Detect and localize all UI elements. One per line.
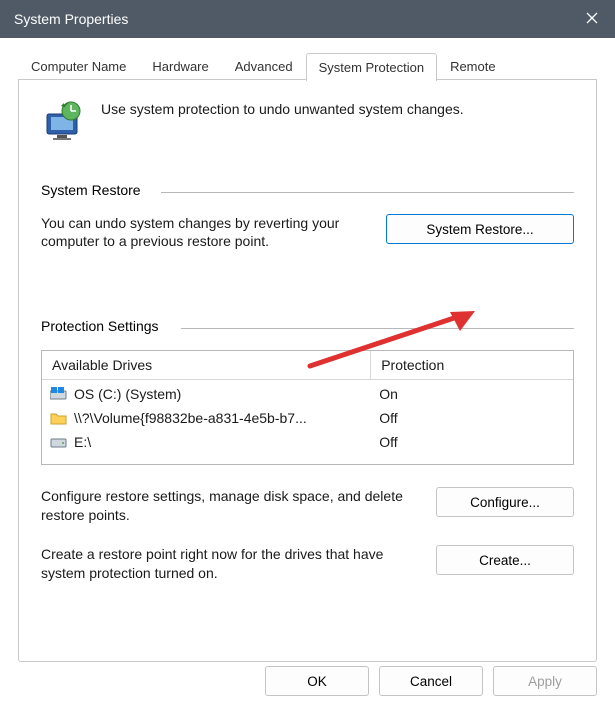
drive-name: OS (C:) (System) [74, 386, 181, 402]
tab-advanced[interactable]: Advanced [222, 53, 306, 80]
drives-table-header: Available Drives Protection [42, 351, 573, 380]
system-restore-desc: You can undo system changes by reverting… [41, 214, 368, 250]
system-restore-row: You can undo system changes by reverting… [41, 214, 574, 250]
drive-name: E:\ [74, 434, 91, 450]
close-icon [586, 11, 598, 27]
content-area: Computer Name Hardware Advanced System P… [0, 38, 615, 710]
drives-table: Available Drives Protection OS (C:) (Sys… [41, 350, 574, 465]
system-properties-window: System Properties Computer Name Hardware… [0, 0, 615, 710]
tab-computer-name[interactable]: Computer Name [18, 53, 139, 80]
group-protection-settings-label: Protection Settings [41, 318, 574, 336]
drive-protection: On [371, 386, 573, 402]
tab-bar: Computer Name Hardware Advanced System P… [18, 50, 597, 80]
intro-text: Use system protection to undo unwanted s… [101, 98, 464, 118]
folder-icon [50, 409, 68, 427]
window-title: System Properties [14, 11, 569, 27]
tab-remote[interactable]: Remote [437, 53, 509, 80]
ok-button[interactable]: OK [265, 666, 369, 696]
tab-panel: Use system protection to undo unwanted s… [18, 80, 597, 662]
table-row[interactable]: OS (C:) (System) On [42, 382, 573, 406]
drive-protection: Off [371, 434, 573, 450]
table-row[interactable]: E:\ Off [42, 430, 573, 454]
system-restore-button[interactable]: System Restore... [386, 214, 574, 244]
column-header-drives[interactable]: Available Drives [42, 351, 371, 379]
drives-table-body: OS (C:) (System) On \\?\Volume{f98832be-… [42, 380, 573, 464]
create-text: Create a restore point right now for the… [41, 545, 418, 583]
close-button[interactable] [569, 0, 615, 38]
configure-row: Configure restore settings, manage disk … [41, 487, 574, 525]
titlebar: System Properties [0, 0, 615, 38]
table-row[interactable]: \\?\Volume{f98832be-a831-4e5b-b7... Off [42, 406, 573, 430]
create-row: Create a restore point right now for the… [41, 545, 574, 583]
create-button[interactable]: Create... [436, 545, 574, 575]
drive-name: \\?\Volume{f98832be-a831-4e5b-b7... [74, 410, 307, 426]
drive-os-icon [50, 385, 68, 403]
intro-row: Use system protection to undo unwanted s… [41, 98, 574, 144]
apply-button[interactable]: Apply [493, 666, 597, 696]
tab-system-protection[interactable]: System Protection [306, 53, 438, 81]
configure-text: Configure restore settings, manage disk … [41, 487, 418, 525]
shield-monitor-icon [41, 98, 87, 144]
dialog-button-bar: OK Cancel Apply [265, 666, 597, 696]
drive-protection: Off [371, 410, 573, 426]
drive-icon [50, 433, 68, 451]
cancel-button[interactable]: Cancel [379, 666, 483, 696]
group-system-restore-label: System Restore [41, 182, 574, 200]
tab-hardware[interactable]: Hardware [139, 53, 221, 80]
column-header-protection[interactable]: Protection [371, 351, 573, 379]
configure-button[interactable]: Configure... [436, 487, 574, 517]
